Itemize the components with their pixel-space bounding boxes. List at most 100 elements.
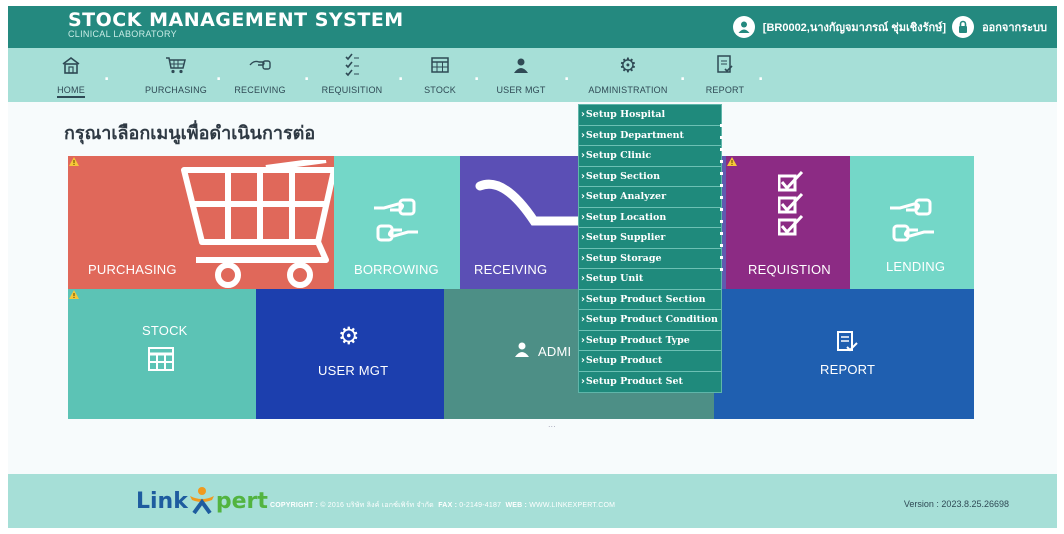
nav-receiving[interactable]: RECEIVING (220, 52, 300, 98)
chevron-right-icon: › (581, 355, 585, 366)
nav-home[interactable]: HOME (46, 52, 96, 98)
tile-administration-label: ADMI (538, 344, 572, 359)
menu-item-setup-product-section[interactable]: ›Setup Product Section (579, 290, 721, 310)
receiving-icon (475, 179, 578, 226)
website-link[interactable]: WWW.LINKEXPERT.COM (529, 502, 615, 509)
brand-logo: Link pert (136, 486, 268, 515)
chevron-right-icon: › (581, 150, 585, 161)
nav-separator: . (474, 68, 480, 84)
user-icon (732, 16, 755, 38)
cart-icon (166, 57, 186, 74)
chevron-right-icon: › (581, 170, 585, 182)
handshake-icon (374, 198, 418, 242)
user-name: [BR0002,นางกัญจมาภรณ์ ชุ่มเชิงรักษ์] (762, 22, 947, 34)
menu-item-setup-storage[interactable]: ›Setup Storage (579, 249, 721, 269)
tile-borrowing[interactable]: BORROWING (334, 156, 460, 289)
nav-requisition-label: REQUISITION (321, 85, 383, 95)
menu-item-setup-product[interactable]: ›Setup Product (579, 351, 721, 372)
nav-purchasing-label: PURCHASING (144, 85, 207, 95)
nav-administration[interactable]: ⚙ ADMINISTRATION (578, 52, 678, 98)
menu-item-setup-product-type[interactable]: ›Setup Product Type (579, 331, 721, 351)
page-title: กรุณาเลือกเมนูเพื่อดำเนินการต่อ (64, 123, 316, 144)
nav-report[interactable]: REPORT (700, 52, 750, 98)
report-icon (717, 55, 733, 73)
menu-item-setup-department[interactable]: ›Setup Department (579, 126, 721, 146)
menu-item-setup-product-condition[interactable]: ›Setup Product Condition (579, 310, 721, 331)
tile-report[interactable]: REPORT (714, 289, 974, 419)
menu-item-setup-product-set[interactable]: ›Setup Product Set (579, 372, 721, 393)
nav-receiving-label: RECEIVING (234, 85, 286, 95)
warning-icon (727, 157, 737, 166)
header-bar: STOCK MANAGEMENT SYSTEM CLINICAL LABORAT… (8, 6, 1057, 48)
home-icon (62, 57, 80, 74)
tile-stock-label: STOCK (142, 323, 188, 338)
tile-lending[interactable]: LENDING (850, 156, 974, 289)
nav-separator: . (398, 68, 404, 84)
checklist-icon (778, 170, 804, 236)
menu-item-setup-hospital[interactable]: ›Setup Hospital (579, 105, 721, 126)
chevron-right-icon: › (581, 109, 585, 120)
chevron-right-icon: › (581, 273, 585, 284)
tile-purchasing-label: PURCHASING (88, 262, 177, 277)
gear-icon: ⚙ (338, 323, 360, 350)
menu-item-setup-clinic[interactable]: ›Setup Clinic (579, 146, 721, 167)
menu-item-setup-unit[interactable]: ›Setup Unit (579, 269, 721, 290)
nav-separator: . (680, 68, 686, 84)
app-frame: STOCK MANAGEMENT SYSTEM CLINICAL LABORAT… (8, 6, 1057, 528)
tile-receiving[interactable]: RECEIVING (460, 156, 578, 289)
table-icon (431, 57, 449, 73)
menu-item-setup-supplier[interactable]: ›Setup Supplier (579, 228, 721, 249)
user-icon (515, 342, 529, 357)
app-subtitle: CLINICAL LABORATORY (68, 29, 177, 39)
nav-separator: . (564, 68, 570, 84)
person-x-icon (189, 487, 214, 515)
app-title: STOCK MANAGEMENT SYSTEM (68, 9, 404, 31)
logout-link[interactable]: ออกจากระบบ (982, 18, 1047, 36)
user-icon (514, 58, 528, 73)
chevron-right-icon: › (581, 191, 585, 202)
checklist-icon (345, 53, 359, 77)
nav-user-mgt[interactable]: USER MGT (486, 52, 556, 98)
nav-purchasing[interactable]: PURCHASING (128, 52, 224, 98)
chevron-right-icon: › (581, 334, 585, 346)
chevron-right-icon: › (581, 293, 585, 305)
handshake-icon (890, 198, 934, 242)
tile-stock[interactable]: STOCK (68, 289, 256, 419)
nav-report-label: REPORT (705, 85, 745, 95)
dropdown-scroll-dots (720, 124, 723, 284)
tile-requisition-label: REQUISTION (748, 262, 831, 277)
nav-separator: . (104, 68, 110, 84)
gear-icon: ⚙ (619, 53, 637, 77)
chevron-right-icon: › (581, 211, 585, 223)
nav-home-label: HOME (57, 85, 85, 98)
lock-icon[interactable] (952, 16, 975, 38)
tile-user-mgt-label: USER MGT (318, 363, 389, 378)
chevron-right-icon: › (581, 314, 585, 325)
menu-item-setup-location[interactable]: ›Setup Location (579, 208, 721, 228)
tile-requisition[interactable]: REQUISTION (726, 156, 850, 289)
nav-user-mgt-label: USER MGT (496, 85, 546, 95)
loading-dots: ... (548, 420, 556, 429)
copyright-text: COPYRIGHT : © 2016 บริษัท ลิงค์ เอกซ์เพิ… (270, 502, 616, 509)
menu-item-setup-analyzer[interactable]: ›Setup Analyzer (579, 187, 721, 208)
chevron-right-icon: › (581, 129, 585, 141)
user-area: [BR0002,นางกัญจมาภรณ์ ชุ่มเชิงรักษ์] ออก… (732, 16, 1047, 38)
nav-administration-label: ADMINISTRATION (588, 85, 668, 95)
tile-purchasing[interactable]: PURCHASING (68, 156, 334, 289)
chevron-right-icon: › (581, 252, 585, 264)
chevron-right-icon: › (581, 232, 585, 243)
version-label: Version : 2023.8.25.26698 (903, 499, 1009, 509)
warning-icon (69, 157, 79, 166)
nav-stock[interactable]: STOCK (412, 52, 468, 98)
nav-separator: . (758, 68, 764, 84)
footer: Link pert COPYRIGHT : © 2016 บริษัท ลิงค์… (8, 474, 1057, 528)
menu-item-setup-section[interactable]: ›Setup Section (579, 167, 721, 187)
tile-report-label: REPORT (820, 362, 876, 377)
tile-user-mgt[interactable]: ⚙ USER MGT (256, 289, 444, 419)
main-nav: HOME . PURCHASING . RECEIVING . REQUISIT… (8, 48, 1057, 102)
tile-receiving-label: RECEIVING (474, 262, 548, 277)
nav-stock-label: STOCK (424, 85, 456, 95)
tile-lending-label: LENDING (886, 259, 946, 274)
warning-icon (69, 290, 79, 299)
nav-requisition[interactable]: REQUISITION (308, 52, 396, 98)
